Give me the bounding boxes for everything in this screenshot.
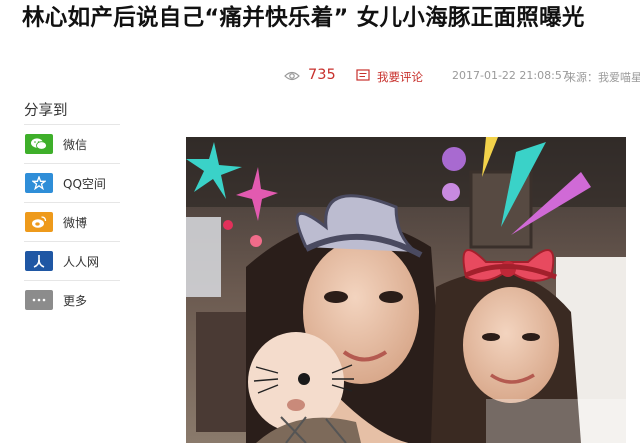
- share-item-weibo[interactable]: 微博: [24, 202, 120, 241]
- wechat-icon: [25, 134, 53, 154]
- publish-date: 2017-01-22 21:08:57: [452, 69, 569, 82]
- share-label: 微博: [63, 216, 88, 230]
- share-label: 更多: [63, 294, 88, 308]
- article-source: 来源：我爱喵星人: [565, 71, 640, 84]
- comment-icon[interactable]: [356, 69, 370, 83]
- weibo-icon: [25, 212, 53, 232]
- share-item-qzone[interactable]: QQ空间: [24, 163, 120, 202]
- write-comment-link[interactable]: 我要评论: [377, 69, 423, 85]
- qzone-star-icon: [25, 173, 53, 193]
- renren-icon: [25, 251, 53, 271]
- article-title: 林心如产后说自己“痛并快乐着” 女儿小海豚正面照曝光: [22, 5, 585, 31]
- eye-icon: [284, 71, 300, 81]
- share-list: 微信 QQ空间 微博 人人网 更多: [24, 124, 120, 319]
- more-dots-icon: [25, 290, 53, 310]
- share-item-wechat[interactable]: 微信: [24, 124, 120, 163]
- share-title: 分享到: [24, 103, 68, 119]
- view-count: 735: [308, 68, 336, 83]
- share-label: QQ空间: [63, 177, 106, 191]
- share-label: 人人网: [63, 255, 100, 269]
- article-meta: 735 我要评论 2017-01-22 21:08:57 来源：我爱喵星人: [284, 68, 640, 86]
- share-item-renren[interactable]: 人人网: [24, 241, 120, 280]
- selfie-photo-illustration: [186, 137, 626, 443]
- share-item-more[interactable]: 更多: [24, 280, 120, 319]
- share-label: 微信: [63, 138, 88, 152]
- article-photo: [186, 137, 626, 443]
